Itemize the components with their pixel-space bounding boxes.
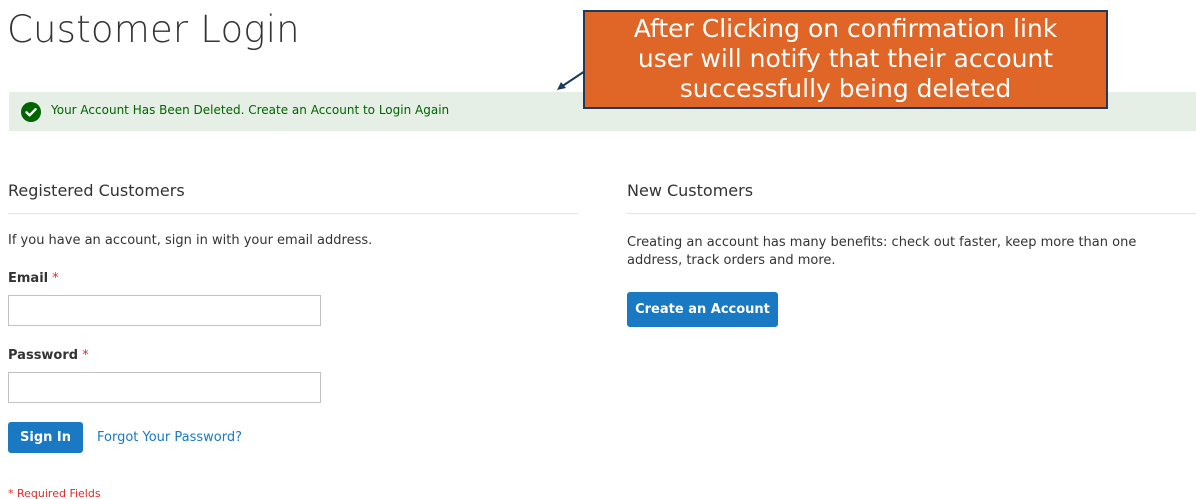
registered-divider — [8, 213, 578, 214]
success-message-text: Your Account Has Been Deleted. Create an… — [51, 103, 450, 117]
password-field[interactable] — [8, 372, 321, 403]
new-customers-intro: Creating an account has many benefits: c… — [627, 235, 1137, 268]
password-label: Password * — [8, 348, 89, 363]
email-label-text: Email — [8, 271, 49, 286]
email-field[interactable] — [8, 295, 321, 326]
password-required-marker: * — [82, 348, 89, 363]
new-customers-divider — [627, 213, 1196, 214]
sign-in-button[interactable]: Sign In — [8, 422, 83, 453]
email-label: Email * — [8, 271, 59, 286]
new-customers-title: New Customers — [627, 181, 754, 200]
annotation-line-1: After Clicking on confirmation link — [633, 14, 1058, 43]
annotation-callout: After Clicking on confirmation link user… — [583, 10, 1108, 109]
registered-intro: If you have an account, sign in with you… — [8, 233, 373, 248]
create-account-button[interactable]: Create an Account — [627, 292, 778, 327]
registered-customers-title: Registered Customers — [8, 181, 185, 200]
email-required-marker: * — [52, 271, 59, 286]
page-title: Customer Login — [7, 8, 300, 51]
annotation-line-2: user will notify that their account — [637, 44, 1054, 73]
password-label-text: Password — [8, 348, 79, 363]
required-fields-note: * Required Fields — [8, 487, 101, 499]
check-circle-icon — [21, 102, 41, 122]
annotation-line-3: successfully being deleted — [679, 74, 1012, 103]
forgot-password-link[interactable]: Forgot Your Password? — [97, 430, 242, 445]
